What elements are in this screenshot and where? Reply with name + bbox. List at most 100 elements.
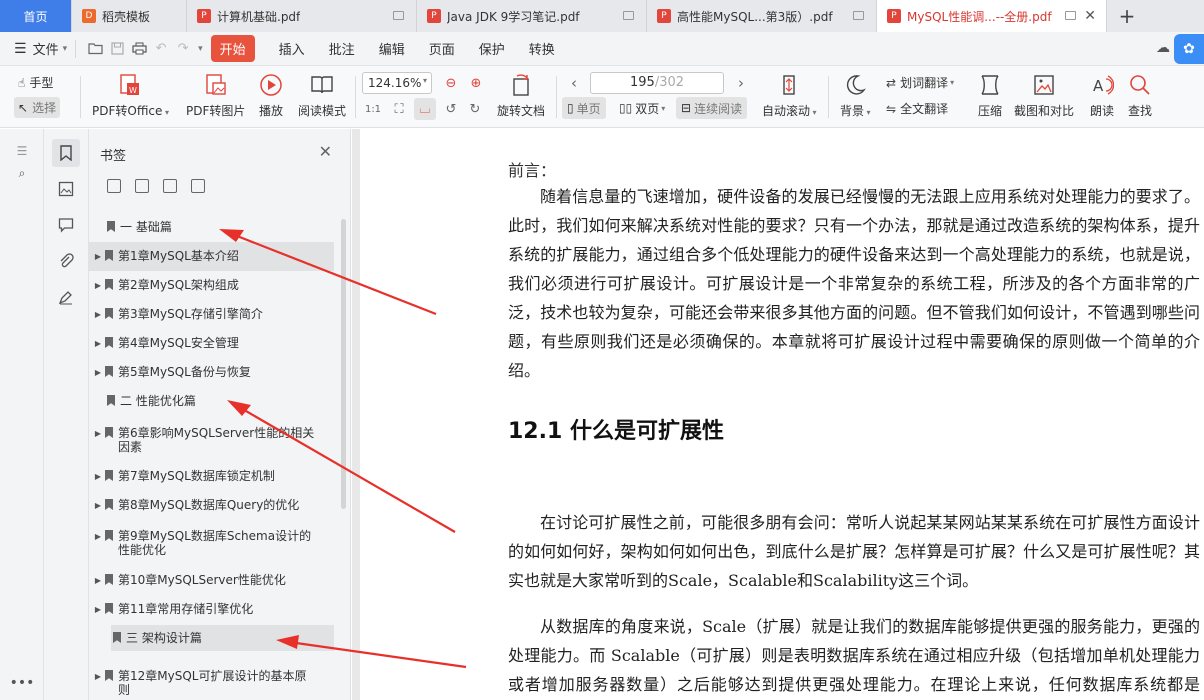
expand-arrow-icon[interactable]: ▶ <box>89 670 105 684</box>
zoom-in-icon[interactable]: ⊕ <box>465 72 487 94</box>
bookmark-item[interactable]: ▶ 第7章MySQL数据库锁定机制 <box>89 469 334 484</box>
menu-edit[interactable]: 编辑 <box>379 39 405 58</box>
scrollbar[interactable] <box>341 219 346 509</box>
read-aloud-button[interactable]: A 朗读 <box>1089 72 1115 119</box>
rotate-right-icon[interactable]: ↻ <box>464 98 486 120</box>
play-button[interactable]: 播放 <box>258 72 284 119</box>
expand-arrow-icon[interactable]: ▶ <box>89 366 105 380</box>
double-page-button[interactable]: ▯▯ 双页 ▾ <box>614 97 670 119</box>
word-translate-button[interactable]: ⇄ 划词翻译 ▾ <box>886 74 954 91</box>
more-options-icon[interactable]: ••• <box>8 669 36 697</box>
auto-scroll-button[interactable]: 自动滚动 ▾ <box>762 72 817 119</box>
bookmark-item[interactable]: ▶ 第12章MySQL可扩展设计的基本原则 <box>89 669 334 697</box>
zoom-select[interactable]: 124.16% ▾ <box>362 72 432 94</box>
file-menu[interactable]: 文件 <box>33 39 59 58</box>
expand-arrow-icon[interactable]: ▶ <box>89 603 105 617</box>
signature-icon[interactable] <box>52 283 80 311</box>
menu-convert[interactable]: 转换 <box>529 39 555 58</box>
bookmark-icon[interactable] <box>191 179 205 193</box>
select-tool[interactable]: ↖ 选择 <box>14 97 61 118</box>
find-button[interactable]: 查找 <box>1127 72 1153 119</box>
zoom-out-icon[interactable]: ⊖ <box>440 72 462 94</box>
tab-home[interactable]: 首页 <box>0 0 72 32</box>
previous-page-icon[interactable]: ‹ <box>563 72 585 94</box>
expand-arrow-icon[interactable]: ▶ <box>89 308 105 322</box>
expand-arrow-icon[interactable]: ▶ <box>89 530 105 544</box>
bookmark-item[interactable]: ▶ 第2章MySQL架构组成 <box>89 278 334 293</box>
tab-label: 首页 <box>23 9 48 24</box>
tab-label: 高性能MySQL...第3版）.pdf <box>677 9 833 24</box>
hand-tool[interactable]: ☝ 手型 <box>18 74 53 91</box>
tab-docer-templates[interactable]: D 稻壳模板 <box>72 0 187 32</box>
bookmark-item[interactable]: ▶ 第3章MySQL存储引擎简介 <box>89 307 334 322</box>
tab-document[interactable]: P 高性能MySQL...第3版）.pdf <box>647 0 877 32</box>
bookmark-item[interactable]: ▶ 第10章MySQLServer性能优化 <box>89 573 334 588</box>
menu-insert[interactable]: 插入 <box>279 39 305 58</box>
bookmark-item[interactable]: ▶ 第1章MySQL基本介绍 <box>89 242 334 271</box>
thumbnail-panel-icon[interactable] <box>52 175 80 203</box>
bookmark-item[interactable]: ▶ 第4章MySQL安全管理 <box>89 336 334 351</box>
close-tab-icon[interactable]: ✕ <box>1084 8 1096 24</box>
bookmark-item[interactable]: ▶ 第8章MySQL数据库Query的优化 <box>89 498 334 513</box>
continuous-read-button[interactable]: ⊟ 连续阅读 <box>676 97 748 119</box>
chevron-down-icon[interactable]: ▾ <box>198 44 203 54</box>
attachment-icon[interactable] <box>52 247 80 275</box>
pdf-to-office-button[interactable]: W PDF转Office ▾ <box>92 72 169 119</box>
pdf-to-image-button[interactable]: PDF转图片 <box>186 72 245 119</box>
bookmark-item[interactable]: ▶ 第5章MySQL备份与恢复 <box>89 365 334 380</box>
document-viewport[interactable]: 前言： 随着信息量的飞速增加，硬件设备的发展已经慢慢的无法跟上应用系统对处理能力… <box>352 129 1204 700</box>
actual-size-icon[interactable]: 1:1 <box>362 98 384 120</box>
screenshot-compare-button[interactable]: 截图和对比 <box>1014 72 1074 119</box>
menu-page[interactable]: 页面 <box>429 39 455 58</box>
open-folder-icon[interactable] <box>84 38 106 60</box>
undo-icon[interactable]: ↶ <box>150 38 172 60</box>
expand-arrow-icon[interactable]: ▶ <box>89 499 105 513</box>
rotate-document-label: 旋转文档 <box>497 104 546 118</box>
tab-document[interactable]: P 计算机基础.pdf <box>187 0 417 32</box>
tab-document[interactable]: P Java JDK 9学习笔记.pdf <box>417 0 647 32</box>
bookmark-item[interactable]: ▶ 第6章影响MySQLServer性能的相关因素 <box>89 426 334 454</box>
page-number-input[interactable]: 195/302 <box>590 72 724 94</box>
rotate-document-button[interactable]: 旋转文档 <box>497 72 545 119</box>
close-icon[interactable]: ✕ <box>319 142 332 161</box>
bookmark-item[interactable]: 二 性能优化篇 <box>107 394 334 408</box>
fit-width-icon[interactable]: ⌴ <box>414 98 436 120</box>
save-icon[interactable] <box>106 38 128 60</box>
tab-active-document[interactable]: P MySQL性能调...--全册.pdf ✕ <box>877 0 1107 32</box>
background-button[interactable]: 背景 ▾ <box>840 72 871 119</box>
search-text-icon[interactable]: ⌕ <box>8 159 36 187</box>
bookmark-item[interactable]: ▶ 第11章常用存储引擎优化 <box>89 602 334 617</box>
menu-icon[interactable]: ☰ <box>14 41 27 57</box>
collapse-all-icon[interactable] <box>135 179 149 193</box>
menu-protect[interactable]: 保护 <box>479 39 505 58</box>
add-bookmark-icon[interactable] <box>163 179 177 193</box>
start-tab[interactable]: 开始 <box>210 35 255 62</box>
expand-arrow-icon[interactable]: ▶ <box>89 470 105 484</box>
expand-arrow-icon[interactable]: ▶ <box>89 574 105 588</box>
new-tab-button[interactable]: + <box>1107 0 1147 32</box>
next-page-icon[interactable]: › <box>730 72 752 94</box>
comment-panel-icon[interactable] <box>52 211 80 239</box>
redo-icon[interactable]: ↷ <box>172 38 194 60</box>
cloud-sync-icon[interactable]: ☁ <box>1156 40 1170 56</box>
expand-arrow-icon[interactable]: ▶ <box>89 279 105 293</box>
read-mode-button[interactable]: 阅读模式 <box>298 72 346 119</box>
bookmark-panel-icon[interactable] <box>52 139 80 167</box>
print-icon[interactable] <box>128 38 150 60</box>
bookmark-item[interactable]: 一 基础篇 <box>107 220 334 234</box>
expand-all-icon[interactable] <box>107 179 121 193</box>
menu-annotate[interactable]: 批注 <box>329 39 355 58</box>
bookmark-item[interactable]: 三 架构设计篇 <box>111 625 334 651</box>
fit-page-icon[interactable]: ⛶ <box>388 98 410 120</box>
app-side-icon[interactable]: ✿ <box>1174 34 1204 64</box>
chevron-down-icon[interactable]: ▾ <box>63 44 68 54</box>
compress-button[interactable]: 压缩 <box>977 72 1003 119</box>
rotate-left-icon[interactable]: ↺ <box>440 98 462 120</box>
single-page-button[interactable]: ▯ 单页 <box>562 97 606 119</box>
bookmark-item[interactable]: ▶ 第9章MySQL数据库Schema设计的性能优化 <box>89 529 334 557</box>
full-translate-button[interactable]: ⇋ 全文翻译 <box>886 100 948 117</box>
expand-arrow-icon[interactable]: ▶ <box>89 250 105 264</box>
expand-arrow-icon[interactable]: ▶ <box>89 337 105 351</box>
bookmark-icon <box>105 499 113 510</box>
expand-arrow-icon[interactable]: ▶ <box>89 427 105 441</box>
